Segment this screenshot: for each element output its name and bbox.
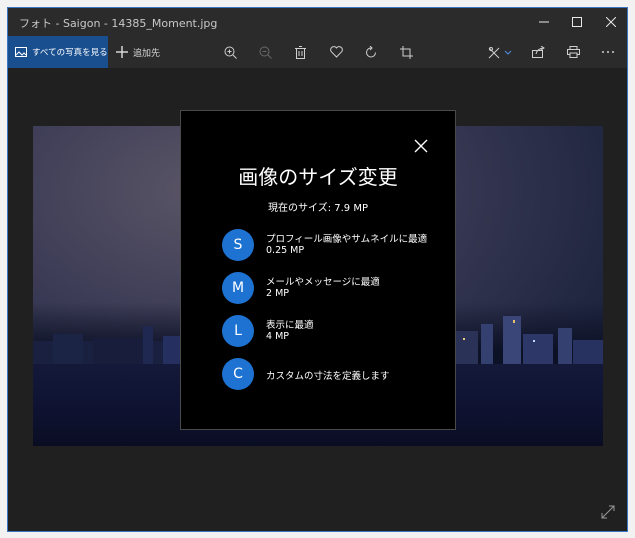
- dialog-title: 画像のサイズ変更: [238, 165, 398, 189]
- rotate-button[interactable]: [357, 36, 385, 68]
- zoom-out-button[interactable]: [251, 36, 279, 68]
- see-all-photos-button[interactable]: すべての写真を見る: [8, 36, 108, 68]
- maximize-icon: [572, 17, 582, 27]
- add-to-button[interactable]: 追加先: [116, 36, 160, 68]
- toolbar: すべての写真を見る 追加先: [8, 36, 627, 68]
- print-button[interactable]: [559, 36, 587, 68]
- option-size: 2 MP: [266, 288, 289, 299]
- edit-create-icon: [488, 46, 512, 58]
- close-icon: [606, 17, 616, 27]
- zoom-in-button[interactable]: [216, 36, 244, 68]
- resize-dialog: 画像のサイズ変更 現在のサイズ: 7.9 MP S プロフィール画像やサムネイル…: [180, 110, 456, 430]
- option-label: 表示に最適: [266, 320, 314, 331]
- crop-button[interactable]: [392, 36, 420, 68]
- option-badge: M: [222, 272, 254, 304]
- expand-icon: [601, 505, 615, 519]
- edit-create-button[interactable]: [482, 36, 518, 68]
- option-custom[interactable]: C カスタムの寸法を定義します: [222, 358, 442, 390]
- more-icon: [602, 51, 614, 53]
- trash-icon: [294, 45, 306, 59]
- title-bar: フォト - Saigon - 14385_Moment.jpg: [8, 8, 627, 36]
- zoom-out-icon: [259, 46, 272, 59]
- zoom-in-icon: [224, 46, 237, 59]
- minimize-button[interactable]: [527, 8, 561, 36]
- expand-button[interactable]: [601, 504, 615, 523]
- close-window-button[interactable]: [594, 8, 627, 36]
- option-size: 0.25 MP: [266, 245, 305, 256]
- print-icon: [566, 46, 580, 58]
- maximize-button[interactable]: [560, 8, 594, 36]
- option-large[interactable]: L 表示に最適 4 MP: [222, 315, 442, 347]
- minimize-icon: [539, 21, 549, 23]
- see-all-label: すべての写真を見る: [32, 48, 108, 58]
- photos-window: フォト - Saigon - 14385_Moment.jpg すべての写真を見…: [7, 7, 628, 532]
- option-size: 4 MP: [266, 331, 289, 342]
- rotate-icon: [365, 45, 376, 57]
- option-label: カスタムの寸法を定義します: [266, 371, 390, 382]
- crop-icon: [399, 45, 413, 59]
- delete-button[interactable]: [286, 36, 314, 68]
- heart-icon: [329, 46, 343, 58]
- plus-icon: [116, 46, 128, 58]
- photos-icon: [15, 47, 27, 57]
- option-label: プロフィール画像やサムネイルに最適: [266, 234, 428, 245]
- close-icon: [414, 139, 428, 153]
- option-label: メールやメッセージに最適: [266, 277, 380, 288]
- dialog-close-button[interactable]: [413, 138, 429, 154]
- option-medium[interactable]: M メールやメッセージに最適 2 MP: [222, 272, 442, 304]
- option-badge: L: [222, 315, 254, 347]
- share-icon: [531, 46, 545, 58]
- current-size: 現在のサイズ: 7.9 MP: [268, 203, 368, 214]
- option-small[interactable]: S プロフィール画像やサムネイルに最適 0.25 MP: [222, 229, 442, 261]
- add-label: 追加先: [133, 48, 161, 59]
- option-badge: S: [222, 229, 254, 261]
- option-badge: C: [222, 358, 254, 390]
- share-button[interactable]: [524, 36, 552, 68]
- more-button[interactable]: [594, 36, 622, 68]
- window-title: フォト - Saigon - 14385_Moment.jpg: [19, 17, 218, 30]
- favorite-button[interactable]: [322, 36, 350, 68]
